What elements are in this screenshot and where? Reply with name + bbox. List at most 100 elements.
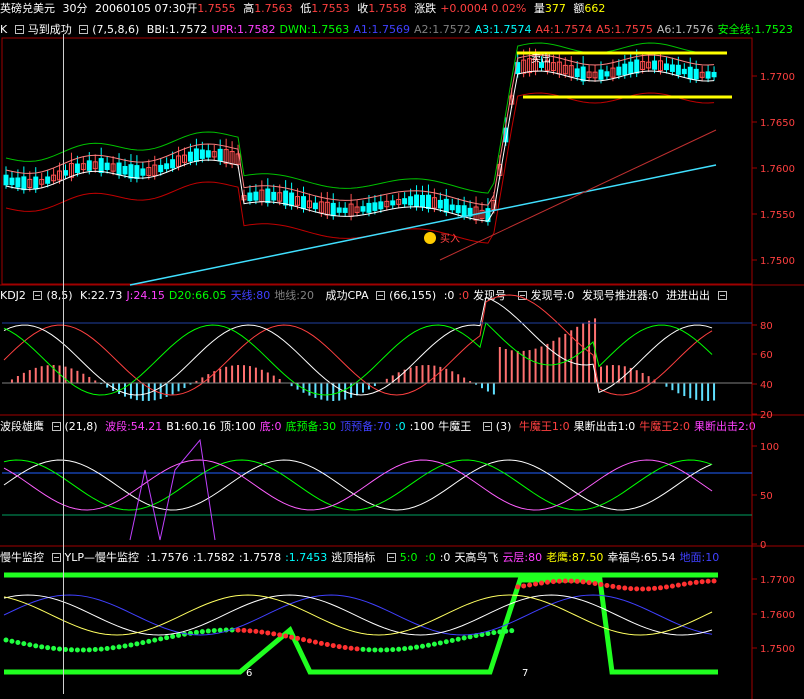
trend-dot bbox=[193, 629, 199, 635]
trend-dot bbox=[92, 647, 98, 653]
trend-dot bbox=[443, 639, 449, 645]
axis-label: 1.7550 bbox=[760, 210, 795, 221]
kdj-line bbox=[3, 294, 713, 396]
trend-dot bbox=[354, 646, 360, 652]
bbi-line bbox=[5, 70, 715, 222]
trend-dot bbox=[622, 585, 628, 591]
trend-dot bbox=[562, 578, 568, 584]
trend-dot bbox=[366, 647, 372, 653]
axis-label: 1.7700 bbox=[760, 72, 795, 83]
trend-dot bbox=[74, 647, 80, 653]
trend-dot bbox=[128, 642, 134, 648]
trend-dot bbox=[550, 579, 556, 585]
candle-body bbox=[170, 159, 176, 169]
trend-dot bbox=[152, 637, 158, 643]
trend-dot bbox=[241, 627, 247, 633]
candle-body bbox=[622, 63, 628, 76]
candle-body bbox=[616, 66, 622, 76]
trend-dot bbox=[533, 581, 539, 587]
escape-top-line bbox=[4, 577, 718, 675]
axis-label: 1.7650 bbox=[760, 118, 795, 129]
trend-dot bbox=[420, 643, 425, 649]
buy-marker-icon bbox=[424, 232, 436, 244]
ma-line bbox=[5, 54, 715, 206]
buy-marker: 买入 bbox=[440, 233, 460, 245]
wave-line bbox=[3, 459, 713, 511]
trend-dot bbox=[503, 628, 509, 634]
candle-body bbox=[86, 160, 92, 171]
candle-body bbox=[663, 63, 669, 71]
trend-dot bbox=[568, 578, 574, 584]
candle-body bbox=[3, 174, 9, 186]
candle-body bbox=[247, 192, 253, 202]
trend-dot bbox=[402, 646, 408, 652]
trend-dot bbox=[211, 628, 217, 634]
trend-dot bbox=[51, 645, 57, 651]
candle-body bbox=[378, 201, 384, 210]
candle-body bbox=[104, 162, 110, 170]
trend-dot bbox=[437, 640, 443, 646]
trend-dot bbox=[384, 647, 390, 653]
trend-dot bbox=[205, 628, 211, 634]
trend-dot bbox=[295, 635, 301, 641]
axis-label: 50 bbox=[760, 491, 773, 502]
candle-body bbox=[199, 149, 205, 159]
axis-label: 100 bbox=[760, 442, 779, 453]
candle-body bbox=[312, 202, 318, 210]
chart-canvas[interactable]: 6 7 1.7700 1.7650 1.7600 1.7550 1.7500 80 60 40 2… bbox=[0, 0, 804, 699]
trend-dot bbox=[461, 635, 467, 641]
candle-body bbox=[711, 71, 717, 78]
trend-dot bbox=[199, 629, 205, 635]
trend-dot bbox=[360, 646, 366, 652]
trend-dot bbox=[39, 644, 45, 650]
candle-body bbox=[687, 66, 693, 80]
trend-dot bbox=[158, 636, 164, 642]
candle-body bbox=[669, 64, 675, 72]
candle-body bbox=[330, 202, 336, 217]
candle-body bbox=[628, 61, 634, 75]
trend-dot bbox=[372, 647, 378, 653]
trend-dot bbox=[80, 647, 86, 653]
candle-body bbox=[158, 164, 164, 173]
candle-body bbox=[187, 151, 193, 162]
trend-dot bbox=[539, 580, 544, 586]
trend-dot bbox=[265, 630, 271, 636]
trend-dot bbox=[140, 640, 146, 646]
spike-line bbox=[129, 438, 216, 541]
candle-body bbox=[265, 188, 271, 204]
trend-dot bbox=[414, 644, 420, 650]
candle-body bbox=[574, 68, 580, 78]
axis-label: 1.7700 bbox=[760, 575, 795, 586]
trend-dot bbox=[312, 639, 318, 645]
trend-dot bbox=[146, 638, 152, 644]
candle-body bbox=[140, 168, 146, 176]
trend-dot bbox=[408, 645, 414, 651]
trend-dot bbox=[455, 636, 461, 642]
trend-dot bbox=[616, 584, 622, 590]
axis-label: 1.7500 bbox=[760, 256, 795, 267]
candle-body bbox=[604, 71, 610, 77]
candle-body bbox=[336, 207, 342, 213]
trend-dot bbox=[301, 637, 306, 643]
candle-body bbox=[271, 191, 277, 201]
candle-body bbox=[437, 199, 443, 209]
trend-dot bbox=[324, 642, 330, 648]
candle-body bbox=[414, 194, 420, 208]
trend-dot bbox=[277, 632, 283, 638]
trend-dot bbox=[27, 642, 33, 648]
trend-dot bbox=[318, 640, 324, 646]
axis-label: 1.7500 bbox=[760, 644, 795, 655]
trend-dot bbox=[431, 641, 437, 647]
candle-body bbox=[74, 163, 80, 173]
trend-dot bbox=[598, 581, 604, 587]
candle-body bbox=[408, 196, 414, 206]
trend-dot bbox=[580, 579, 586, 585]
candle-body bbox=[580, 66, 586, 82]
candle-body bbox=[342, 207, 348, 213]
candle-body bbox=[443, 198, 449, 213]
candle-body bbox=[425, 194, 431, 210]
trend-dot bbox=[497, 629, 503, 635]
axis-label: 1.7600 bbox=[760, 164, 795, 175]
panel4-label-a: 6 bbox=[246, 668, 252, 679]
trend-dot bbox=[634, 586, 640, 592]
